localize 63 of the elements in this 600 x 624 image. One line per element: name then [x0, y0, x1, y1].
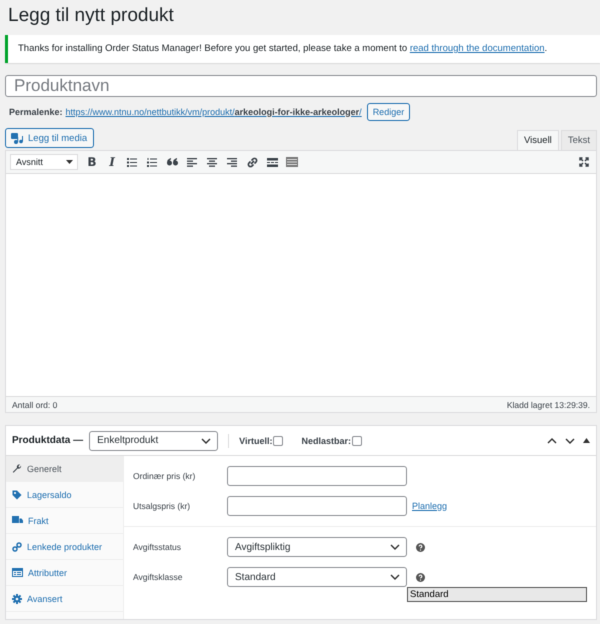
option-label: Virtuell: [239, 436, 272, 446]
field-label: Avgiftsklasse [132, 572, 184, 582]
move-down-icon[interactable] [565, 438, 575, 444]
align-right-icon [227, 158, 237, 166]
field-label: Ordinær pris (kr) [132, 471, 196, 481]
edit-button[interactable]: Rediger [366, 102, 410, 120]
italic-button[interactable]: I [102, 152, 122, 172]
tag-icon [12, 490, 22, 500]
link-icon [246, 156, 258, 168]
permalink-label: Permalenke: [9, 106, 63, 116]
product-data-tab[interactable]: Attributter [6, 560, 123, 586]
numbered-list-icon [147, 158, 157, 166]
bold-button[interactable]: B [82, 152, 102, 172]
bulleted-list-icon [127, 158, 137, 166]
wrench-icon [12, 464, 22, 474]
price-input[interactable] [227, 496, 407, 516]
link-icon [12, 542, 22, 552]
product-data-tab[interactable]: Lenkede produkter [6, 534, 123, 560]
align-center-icon [207, 158, 217, 166]
toolbar-toggle-icon [286, 157, 298, 167]
chevron-down-icon [201, 438, 212, 444]
documentation-link[interactable]: read through the documentation [410, 43, 545, 54]
quote-icon [166, 158, 178, 166]
help-icon[interactable] [416, 542, 425, 552]
price-input[interactable] [227, 466, 407, 486]
chevron-down-icon [390, 544, 400, 550]
product-name-field[interactable]: Produktnavn [5, 75, 597, 97]
editor-tab[interactable]: Visuell [516, 130, 559, 150]
read-more-icon [266, 158, 278, 166]
tax-select[interactable]: Avgiftspliktig [227, 537, 407, 557]
chevron-down-icon [390, 574, 400, 580]
format-select[interactable]: Avsnitt [10, 154, 78, 170]
help-icon[interactable] [416, 572, 425, 582]
media-icon [11, 132, 23, 144]
checkbox[interactable] [352, 436, 362, 446]
align-left-icon [187, 158, 197, 166]
product-type-select[interactable]: Enkeltprodukt [89, 430, 218, 450]
draft-saved-status: Kladd lagret 13:29:39. [506, 400, 590, 410]
product-data-tab[interactable]: Avansert [6, 586, 123, 612]
schedule-link[interactable]: Planlegg [412, 501, 448, 511]
gear-icon [12, 594, 22, 604]
notice-message: Thanks for installing Order Status Manager! Before you get started, please take a moment to read through the documentation. [5, 35, 600, 63]
truck-icon [12, 516, 23, 525]
move-up-icon[interactable] [547, 438, 557, 444]
option-label: Nedlastbar: [301, 436, 351, 446]
add-media-button[interactable]: Legg til media [5, 128, 94, 148]
field-label: Utsalgspris (kr) [132, 501, 192, 511]
editor-tab[interactable]: Tekst [560, 130, 597, 150]
field-label: Avgiftsstatus [132, 542, 182, 552]
tax-select[interactable]: Standard [227, 567, 407, 587]
product-data-tab[interactable]: Generelt [6, 456, 123, 482]
word-count: Antall ord: 0 [12, 400, 58, 410]
table-icon [12, 568, 23, 577]
dropdown-option[interactable]: Standard [407, 587, 587, 602]
caret-icon [66, 160, 73, 164]
product-data-tab[interactable]: Lagersaldo [6, 482, 123, 508]
page-title: Legg til nytt produkt [7, 4, 175, 28]
permalink-link[interactable]: https://www.ntnu.no/nettbutikk/vm/produkt/arkeologi-for-ikke-arkeologer/ [66, 106, 362, 116]
product-data-label: Produktdata — [12, 435, 84, 446]
collapse-icon[interactable] [583, 438, 590, 443]
product-data-tab[interactable]: Frakt [6, 508, 123, 534]
fullscreen-icon[interactable] [579, 157, 589, 167]
checkbox[interactable] [273, 436, 284, 446]
